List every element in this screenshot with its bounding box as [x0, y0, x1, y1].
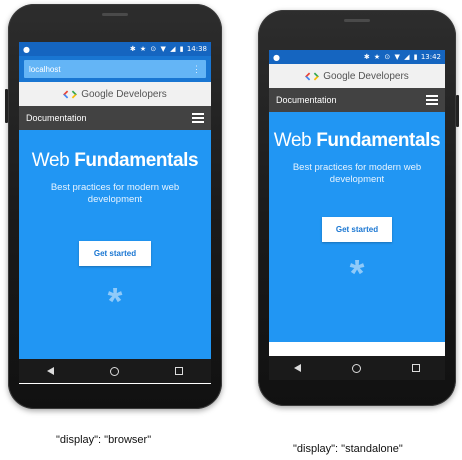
hero-title-light: Web	[273, 130, 317, 151]
hero-subtitle: Best practices for modern web developmen…	[292, 162, 422, 185]
status-time: 14:38	[186, 45, 207, 53]
notification-dot-icon: ●	[23, 44, 30, 54]
status-bar: ● ✱ ★ ⊙ ▼ ◢ ▮ 13:42	[269, 50, 445, 64]
hero-title-bold: Fundamentals	[74, 150, 199, 171]
site-name[interactable]: Google Developers	[323, 71, 409, 82]
phone-browser-mode: ● ✱ ★ ⊙ ▼ ◢ ▮ 14:38 localhost ⋮ Google D…	[5, 4, 222, 409]
asterisk-logo-icon: *	[349, 253, 365, 295]
site-name[interactable]: Google Developers	[81, 89, 167, 100]
google-developers-logo-icon	[63, 89, 78, 100]
screen: ● ✱ ★ ⊙ ▼ ◢ ▮ 13:42 Google Developers Do…	[269, 50, 445, 380]
google-developers-logo-icon	[305, 71, 320, 82]
browser-toolbar: localhost ⋮	[19, 56, 211, 82]
menu-icon[interactable]	[426, 95, 438, 105]
hero-subtitle: Best practices for modern web developmen…	[50, 182, 180, 205]
system-nav-bar	[19, 359, 211, 383]
nav-label[interactable]: Documentation	[26, 113, 87, 123]
hero-title-bold: Fundamentals	[316, 130, 441, 151]
url-text: localhost	[29, 64, 61, 74]
phone-standalone-mode: ● ✱ ★ ⊙ ▼ ◢ ▮ 13:42 Google Developers Do…	[258, 10, 459, 406]
hero-title-light: Web	[31, 150, 75, 171]
hero-section: Web Fundamentals Best practices for mode…	[19, 130, 211, 321]
home-circle-icon[interactable]	[351, 363, 361, 373]
earpiece-speaker	[344, 19, 370, 22]
status-time: 13:42	[420, 53, 441, 61]
site-header: Google Developers	[269, 64, 445, 88]
get-started-button[interactable]: Get started	[78, 241, 152, 266]
hero-section: Web Fundamentals Best practices for mode…	[269, 112, 445, 293]
caption-standalone: "display": "standalone"	[293, 443, 403, 455]
status-icons: ✱ ★ ⊙ ▼ ◢ ▮	[129, 45, 185, 53]
hero-title: Web Fundamentals	[19, 150, 211, 172]
system-nav-bar	[269, 356, 445, 380]
navigation-bar: Documentation	[269, 88, 445, 112]
volume-button	[5, 89, 8, 123]
menu-icon[interactable]	[192, 113, 204, 123]
recent-apps-square-icon[interactable]	[411, 364, 420, 372]
navigation-bar: Documentation	[19, 106, 211, 130]
notification-dot-icon: ●	[273, 52, 280, 62]
site-header: Google Developers	[19, 82, 211, 106]
earpiece-speaker	[102, 13, 128, 16]
recent-apps-square-icon[interactable]	[175, 367, 183, 375]
back-triangle-icon[interactable]	[294, 364, 302, 372]
caption-browser: "display": "browser"	[56, 434, 152, 446]
overflow-dots-icon[interactable]: ⋮	[192, 64, 201, 75]
asterisk-logo-icon: *	[107, 281, 123, 323]
power-button	[456, 95, 459, 127]
get-started-button[interactable]: Get started	[321, 217, 393, 242]
status-bar: ● ✱ ★ ⊙ ▼ ◢ ▮ 14:38	[19, 42, 211, 56]
address-bar[interactable]: localhost ⋮	[24, 60, 206, 78]
nav-label[interactable]: Documentation	[276, 95, 337, 105]
back-triangle-icon[interactable]	[47, 367, 54, 375]
home-circle-icon[interactable]	[110, 366, 119, 376]
status-icons: ✱ ★ ⊙ ▼ ◢ ▮	[363, 53, 419, 61]
hero-title: Web Fundamentals	[269, 130, 445, 152]
screen: ● ✱ ★ ⊙ ▼ ◢ ▮ 14:38 localhost ⋮ Google D…	[19, 42, 211, 384]
